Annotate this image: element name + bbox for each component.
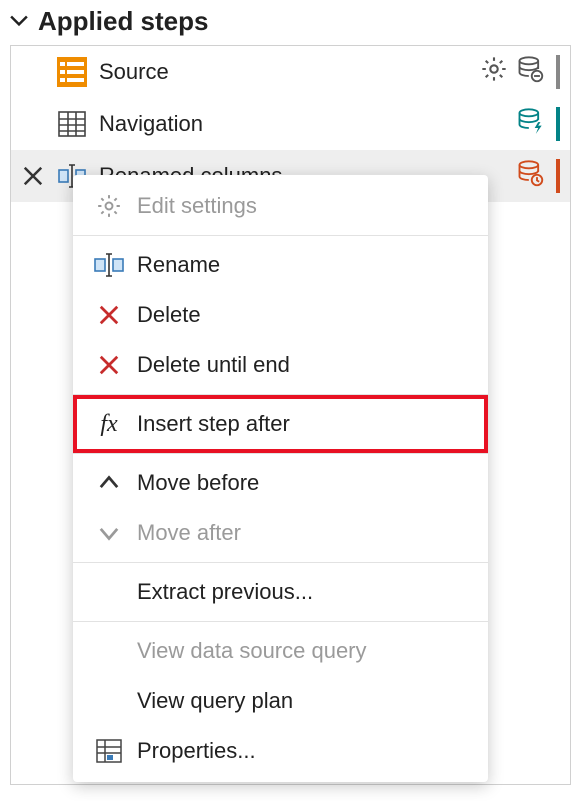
properties-icon	[89, 737, 129, 765]
menu-item-view-data-source-query: View data source query	[73, 626, 488, 676]
menu-label: Properties...	[129, 738, 256, 764]
menu-label: Extract previous...	[129, 579, 313, 605]
delete-step-button[interactable]	[19, 165, 47, 187]
menu-item-move-after: Move after	[73, 508, 488, 558]
database-clock-icon[interactable]	[516, 159, 544, 193]
menu-label: Edit settings	[129, 193, 257, 219]
menu-divider	[73, 621, 488, 622]
menu-divider	[73, 235, 488, 236]
gear-icon	[89, 193, 129, 219]
accent-bar	[556, 55, 560, 89]
source-icon	[55, 57, 89, 87]
chevron-down-icon	[89, 522, 129, 544]
menu-item-move-before[interactable]: Move before	[73, 458, 488, 508]
menu-item-delete[interactable]: Delete	[73, 290, 488, 340]
database-lightning-icon[interactable]	[516, 107, 544, 141]
menu-label: View data source query	[129, 638, 367, 664]
context-menu: Edit settings Rename Delete Delete until…	[73, 175, 488, 782]
menu-divider	[73, 453, 488, 454]
menu-label: Delete	[129, 302, 201, 328]
chevron-down-icon	[10, 6, 28, 37]
database-minus-icon[interactable]	[516, 55, 544, 89]
menu-item-extract-previous[interactable]: Extract previous...	[73, 567, 488, 617]
accent-bar	[556, 107, 560, 141]
chevron-up-icon	[89, 472, 129, 494]
menu-divider	[73, 562, 488, 563]
step-label: Navigation	[89, 111, 516, 137]
menu-item-edit-settings: Edit settings	[73, 181, 488, 231]
menu-item-properties[interactable]: Properties...	[73, 726, 488, 776]
x-icon	[89, 354, 129, 376]
fx-icon: fx	[89, 411, 129, 438]
menu-label: View query plan	[129, 688, 293, 714]
menu-item-rename[interactable]: Rename	[73, 240, 488, 290]
table-icon	[55, 109, 89, 139]
step-label: Source	[89, 59, 480, 85]
panel-title: Applied steps	[38, 6, 208, 37]
gear-icon[interactable]	[480, 55, 508, 89]
menu-label: Delete until end	[129, 352, 290, 378]
menu-label: Insert step after	[129, 411, 290, 437]
accent-bar	[556, 159, 560, 193]
step-row-navigation[interactable]: Navigation	[11, 98, 570, 150]
menu-divider	[73, 394, 488, 395]
menu-item-insert-step-after[interactable]: fx Insert step after	[73, 399, 488, 449]
menu-label: Move after	[129, 520, 241, 546]
menu-label: Rename	[129, 252, 220, 278]
menu-label: Move before	[129, 470, 259, 496]
step-row-source[interactable]: Source	[11, 46, 570, 98]
x-icon	[89, 304, 129, 326]
rename-icon	[89, 252, 129, 278]
applied-steps-header[interactable]: Applied steps	[0, 0, 581, 45]
menu-item-delete-until-end[interactable]: Delete until end	[73, 340, 488, 390]
menu-item-view-query-plan[interactable]: View query plan	[73, 676, 488, 726]
